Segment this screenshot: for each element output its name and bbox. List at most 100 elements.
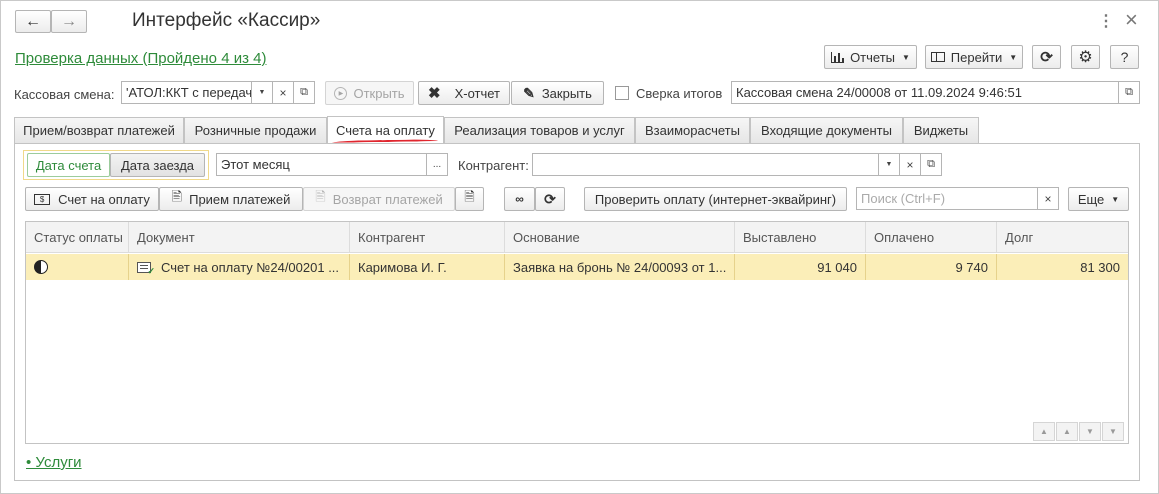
clear-icon: × <box>279 85 287 100</box>
basis-cell: Заявка на бронь № 24/00093 от 1... <box>505 254 735 280</box>
counterparty-field[interactable] <box>532 153 881 176</box>
help-button[interactable]: ? <box>1110 45 1139 69</box>
view-button[interactable]: ∞ <box>504 187 535 211</box>
cash-register-icon: 🖹 <box>171 189 183 204</box>
bar-chart-icon <box>831 51 845 63</box>
panel-icon <box>930 52 945 62</box>
shift-dropdown-button[interactable]: ▼ <box>251 81 273 104</box>
column-header[interactable]: Статус оплаты <box>26 222 129 252</box>
period-select-button[interactable]: ... <box>426 153 448 176</box>
date-invoice-button[interactable]: Дата счета <box>27 153 110 177</box>
date-arrival-button[interactable]: Дата заезда <box>110 153 205 177</box>
help-label: ? <box>1120 49 1129 65</box>
reports-button[interactable]: Отчеты ▼ <box>824 45 917 69</box>
clear-icon: × <box>1044 191 1052 206</box>
export-document-button[interactable]: 🗎 <box>455 187 484 211</box>
document-posted-icon: ✓ <box>137 261 155 275</box>
data-check-link[interactable]: Проверка данных (Пройдено 4 из 4) <box>15 50 266 67</box>
scroll-up-button[interactable]: ▲ <box>1056 422 1078 441</box>
chevron-down-icon: ▼ <box>1009 52 1018 62</box>
column-header[interactable]: Контрагент <box>350 222 505 252</box>
shift-open-button[interactable]: ⧉ <box>293 81 315 104</box>
more-button[interactable]: Еще ▼ <box>1068 187 1129 211</box>
tab-retail[interactable]: Розничные продажи <box>184 117 327 143</box>
close-shift-button[interactable]: ✎ Закрыть <box>511 81 604 105</box>
issued-cell: 91 040 <box>735 254 866 280</box>
x-report-label: Х-отчет <box>454 85 500 101</box>
x-report-icon: ✖ <box>427 85 441 102</box>
column-header[interactable]: Документ <box>129 222 350 252</box>
period-field[interactable]: Этот месяц <box>216 153 427 176</box>
date-arrival-label: Дата заезда <box>120 157 195 173</box>
scroll-bottom-icon: ▼ <box>1109 427 1117 436</box>
invoice-button[interactable]: $ Счет на оплату <box>25 187 159 211</box>
scroll-top-button[interactable]: ▲ <box>1033 422 1055 441</box>
counterparty-clear-button[interactable]: × <box>899 153 921 176</box>
tab-sales[interactable]: Реализация товаров и услуг <box>444 117 635 143</box>
tab-payments[interactable]: Прием/возврат платежей <box>14 117 184 143</box>
refund-payments-label: Возврат платежей <box>332 191 443 207</box>
settings-button[interactable]: ⚙ <box>1071 45 1100 69</box>
tab-settlements[interactable]: Взаиморасчеты <box>635 117 750 143</box>
more-menu-icon[interactable]: ⋮ <box>1098 11 1114 31</box>
refresh-button[interactable]: ⟳ <box>1032 45 1061 69</box>
paid-cell: 9 740 <box>866 254 997 280</box>
scroll-top-icon: ▲ <box>1040 427 1048 436</box>
check-payment-button[interactable]: Проверить оплату (интернет-эквайринг) <box>584 187 847 211</box>
open-window-icon: ⧉ <box>927 158 935 170</box>
play-icon: ▶ <box>334 86 348 100</box>
column-header[interactable]: Основание <box>505 222 735 252</box>
search-clear-button[interactable]: × <box>1037 187 1059 210</box>
counterparty-label: Контрагент: <box>458 158 529 173</box>
reports-label: Отчеты <box>850 49 895 65</box>
counterparty-dropdown-button[interactable]: ▼ <box>878 153 900 176</box>
back-button[interactable]: ← <box>15 10 51 33</box>
half-circle-icon <box>34 260 48 274</box>
refresh-list-button[interactable]: ⟳ <box>535 187 565 211</box>
tab-label: Реализация товаров и услуг <box>454 123 625 138</box>
arrow-left-icon: ← <box>25 12 41 30</box>
document-cell: ✓ Счет на оплату №24/00201 ... <box>129 254 350 280</box>
column-header[interactable]: Долг <box>997 222 1128 252</box>
counterparty-open-button[interactable]: ⧉ <box>920 153 942 176</box>
shift-field[interactable]: 'АТОЛ:ККТ с передач <box>121 81 252 104</box>
goto-button[interactable]: Перейти ▼ <box>925 45 1023 69</box>
shift-clear-button[interactable]: × <box>272 81 294 104</box>
open-window-icon: ⧉ <box>1125 86 1133 98</box>
column-header[interactable]: Выставлено <box>735 222 866 252</box>
x-report-button[interactable]: ✖ Х-отчет <box>418 81 510 105</box>
scroll-bottom-button[interactable]: ▼ <box>1102 422 1124 441</box>
status-cell <box>26 254 129 280</box>
open-shift-label: Открыть <box>353 85 405 101</box>
chevron-down-icon: ▼ <box>902 52 910 62</box>
close-shift-label: Закрыть <box>541 85 592 101</box>
tab-widgets[interactable]: Виджеты <box>903 117 979 143</box>
scroll-up-icon: ▲ <box>1063 427 1071 436</box>
tab-label: Розничные продажи <box>194 123 317 138</box>
chevron-down-icon: ▼ <box>258 89 266 96</box>
tab-label: Входящие документы <box>761 123 892 138</box>
refund-icon: 🖹 <box>315 189 326 204</box>
services-link[interactable]: • Услуги <box>26 454 82 471</box>
more-label: Еще <box>1077 191 1105 207</box>
close-icon[interactable]: × <box>1125 7 1138 33</box>
counterparty-cell: Каримова И. Г. <box>350 254 505 280</box>
search-input[interactable]: Поиск (Ctrl+F) <box>856 187 1038 210</box>
open-window-icon: ⧉ <box>300 86 308 98</box>
cashier-window: ← → Интерфейс «Кассир» ⋮ × Проверка данн… <box>0 0 1159 494</box>
reconcile-checkbox[interactable] <box>615 86 629 100</box>
shift-info-open-button[interactable]: ⧉ <box>1118 81 1140 104</box>
glasses-icon: ∞ <box>515 192 524 206</box>
date-invoice-label: Дата счета <box>35 157 102 173</box>
receive-payments-button[interactable]: 🖹 Прием платежей <box>159 187 303 211</box>
scroll-down-button[interactable]: ▼ <box>1079 422 1101 441</box>
column-header[interactable]: Оплачено <box>866 222 997 252</box>
tab-incoming-docs[interactable]: Входящие документы <box>750 117 903 143</box>
shift-info-field[interactable]: Кассовая смена 24/00008 от 11.09.2024 9:… <box>731 81 1119 104</box>
tab-label: Прием/возврат платежей <box>23 123 175 138</box>
check-payment-label: Проверить оплату (интернет-эквайринг) <box>594 191 837 207</box>
refund-payments-button[interactable]: 🖹 Возврат платежей <box>303 187 455 211</box>
forward-button[interactable]: → <box>51 10 87 33</box>
open-shift-button[interactable]: ▶ Открыть <box>325 81 414 105</box>
document-x-icon: 🗎 <box>464 189 475 204</box>
